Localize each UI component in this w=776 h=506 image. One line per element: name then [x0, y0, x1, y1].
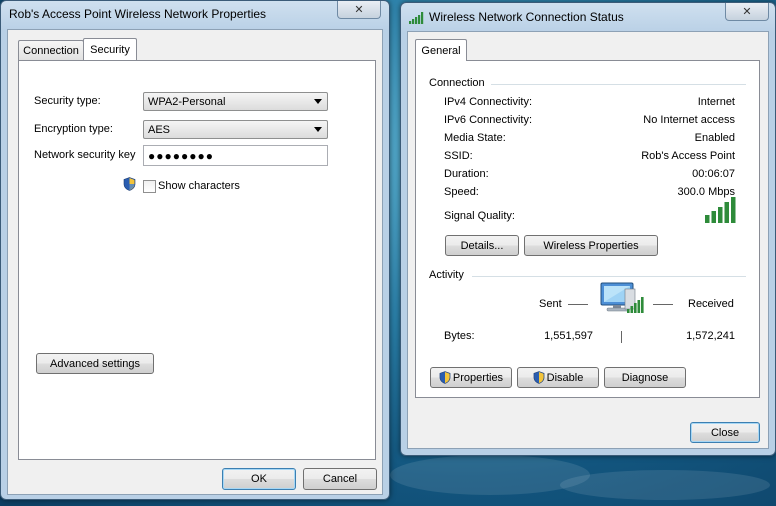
ok-label: OK: [251, 473, 267, 485]
bytes-received-value: 1,572,241: [686, 330, 735, 342]
window-title: Rob's Access Point Wireless Network Prop…: [9, 7, 267, 21]
tab-security-label: Security: [90, 43, 130, 56]
ipv6-label: IPv6 Connectivity:: [444, 114, 533, 126]
diagnose-button[interactable]: Diagnose: [604, 367, 686, 388]
tab-general-label: General: [421, 44, 461, 57]
connection-status-window: Wireless Network Connection Status ✕ Gen…: [400, 2, 776, 456]
tab-connection[interactable]: Connection: [18, 40, 84, 60]
title-bar[interactable]: Wireless Network Connection Status ✕: [401, 3, 775, 31]
chevron-down-icon: [314, 99, 322, 104]
general-tab-panel: Connection IPv4 Connectivity: Internet I…: [415, 60, 760, 398]
cancel-button[interactable]: Cancel: [303, 468, 377, 490]
security-tab-panel: Security type: WPA2-Personal Encryption …: [18, 60, 376, 460]
network-key-value: ●●●●●●●●: [148, 148, 214, 163]
media-state-label: Media State:: [444, 132, 506, 144]
tab-security[interactable]: Security: [83, 38, 137, 60]
signal-bars-icon: [409, 12, 424, 24]
advanced-settings-button[interactable]: Advanced settings: [36, 353, 154, 374]
security-type-value: WPA2-Personal: [148, 95, 226, 108]
security-type-label: Security type:: [34, 95, 101, 107]
close-label: Close: [710, 426, 740, 439]
uac-shield-icon: [533, 371, 545, 384]
title-bar[interactable]: Rob's Access Point Wireless Network Prop…: [1, 1, 389, 29]
duration-value: 00:06:07: [692, 168, 735, 180]
chevron-down-icon: [314, 127, 322, 132]
details-label: Details...: [460, 239, 504, 252]
close-window-button[interactable]: ✕: [337, 1, 381, 19]
show-characters-label[interactable]: Show characters: [158, 180, 240, 192]
disable-label: Disable: [546, 371, 584, 384]
show-characters-checkbox[interactable]: [143, 180, 156, 193]
uac-shield-icon: [123, 177, 136, 191]
ipv6-value: No Internet access: [643, 114, 735, 126]
details-button[interactable]: Details...: [445, 235, 519, 256]
speed-label: Speed:: [444, 186, 479, 198]
ipv4-label: IPv4 Connectivity:: [444, 96, 533, 108]
bytes-sent-value: 1,551,597: [544, 330, 593, 342]
network-key-label: Network security key: [34, 149, 136, 161]
close-window-button[interactable]: ✕: [725, 3, 769, 21]
encryption-type-label: Encryption type:: [34, 123, 113, 135]
activity-divider: [621, 331, 622, 343]
activity-group-heading: Activity: [429, 269, 464, 281]
group-divider: [491, 84, 746, 85]
connection-group-heading: Connection: [429, 77, 485, 89]
received-label: Received: [688, 298, 734, 310]
encryption-type-value: AES: [148, 123, 171, 136]
network-computer-icon: [600, 282, 644, 313]
wireless-properties-button[interactable]: Wireless Properties: [524, 235, 658, 256]
ok-button[interactable]: OK: [222, 468, 296, 490]
tab-general[interactable]: General: [415, 39, 467, 61]
window-title: Wireless Network Connection Status: [429, 10, 624, 24]
disable-button[interactable]: Disable: [517, 367, 599, 388]
uac-shield-icon: [439, 371, 451, 384]
properties-button[interactable]: Properties: [430, 367, 512, 388]
desktop-wave: [390, 455, 590, 495]
signal-quality-label: Signal Quality:: [444, 210, 515, 222]
received-line: [653, 304, 673, 305]
wireless-properties-window: Rob's Access Point Wireless Network Prop…: [0, 0, 390, 500]
encryption-type-select[interactable]: AES: [143, 120, 328, 139]
dialog-client-area: Connection Security Security type: WPA2-…: [7, 29, 383, 495]
wireless-properties-label: Wireless Properties: [543, 239, 639, 252]
security-type-select[interactable]: WPA2-Personal: [143, 92, 328, 111]
ssid-label: SSID:: [444, 150, 473, 162]
bytes-label: Bytes:: [444, 330, 475, 342]
close-icon: ✕: [742, 6, 752, 18]
dialog-client-area: General Connection IPv4 Connectivity: In…: [407, 31, 769, 449]
sent-label: Sent: [539, 298, 562, 310]
group-divider: [472, 276, 746, 277]
close-icon: ✕: [354, 4, 364, 16]
advanced-settings-label: Advanced settings: [50, 357, 140, 370]
network-key-field[interactable]: ●●●●●●●●: [143, 145, 328, 166]
ssid-value: Rob's Access Point: [641, 150, 735, 162]
desktop-wave: [560, 470, 770, 500]
diagnose-label: Diagnose: [621, 371, 669, 384]
duration-label: Duration:: [444, 168, 489, 180]
sent-line: [568, 304, 588, 305]
properties-label: Properties: [452, 371, 504, 384]
ipv4-value: Internet: [697, 96, 735, 108]
close-button[interactable]: Close: [690, 422, 760, 443]
signal-bars-icon: [705, 197, 736, 223]
cancel-label: Cancel: [322, 473, 358, 485]
tab-connection-label: Connection: [23, 44, 79, 57]
media-state-value: Enabled: [694, 132, 735, 144]
